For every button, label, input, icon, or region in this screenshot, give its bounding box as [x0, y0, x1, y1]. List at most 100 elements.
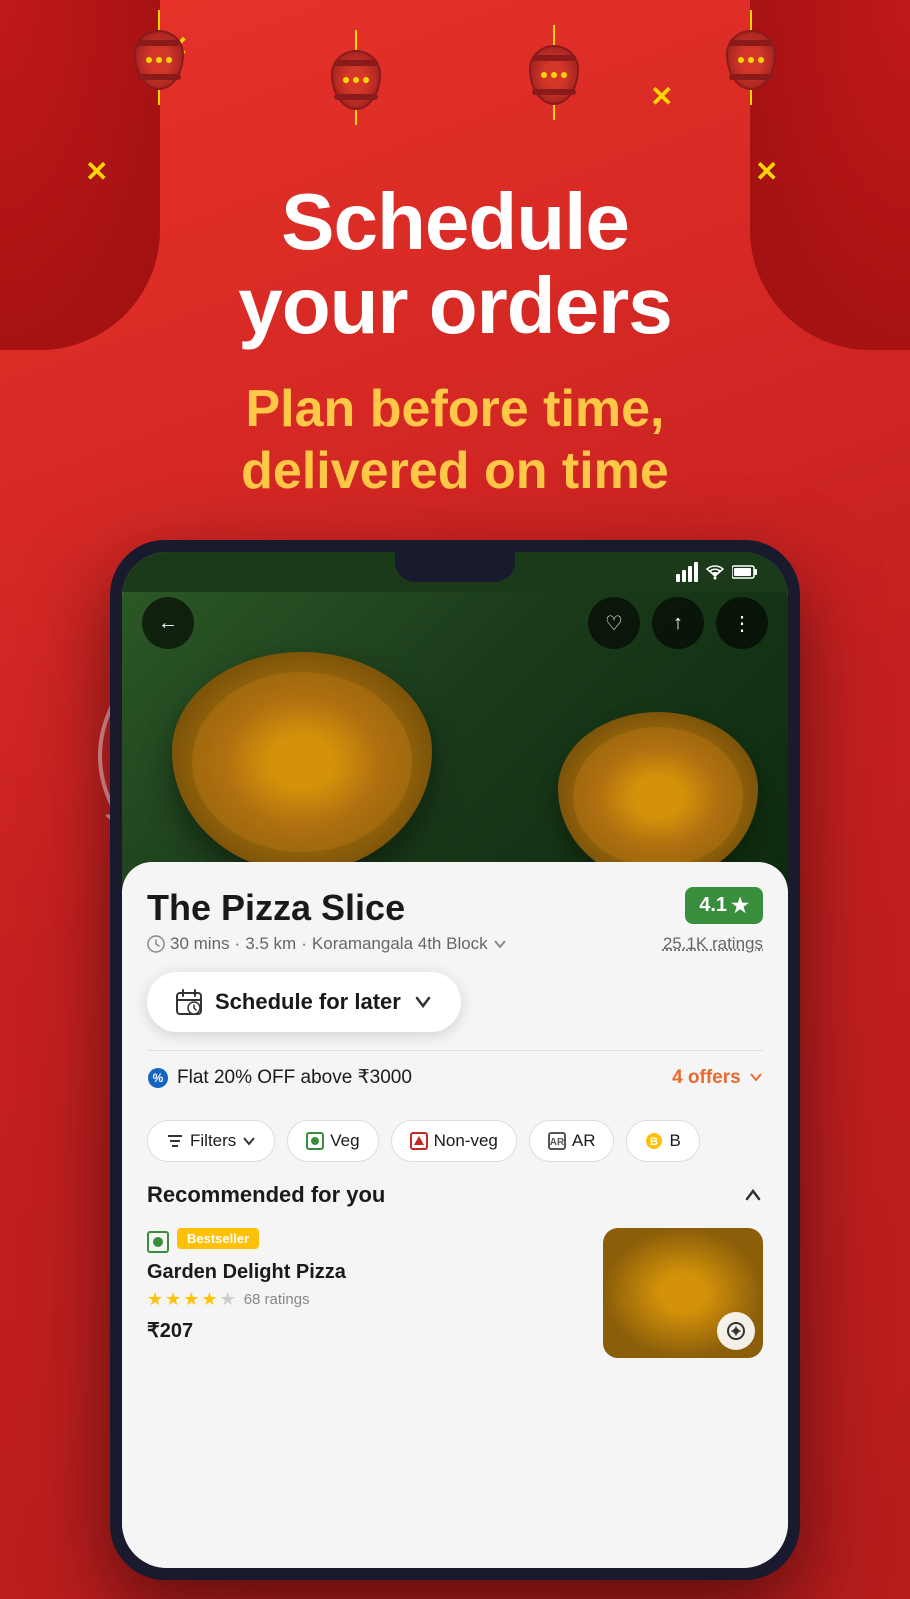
schedule-for-later-button[interactable]: Schedule for later [147, 972, 461, 1032]
lantern-body [726, 30, 776, 90]
chevron-up-icon[interactable] [743, 1185, 763, 1205]
lantern-dot [353, 77, 359, 83]
lantern-body [134, 30, 184, 90]
ar-label: AR [572, 1131, 596, 1151]
back-button[interactable]: ← [142, 597, 194, 649]
star-row: ★ ★ ★ ★ ★ 68 ratings [147, 1289, 588, 1310]
filter-icon [166, 1132, 184, 1150]
b-chip[interactable]: B B [626, 1120, 699, 1162]
lantern-body [331, 50, 381, 110]
lantern-tassel [553, 105, 555, 120]
action-btns-right: ♡ ↑ ⋮ [588, 597, 768, 649]
item-name: Garden Delight Pizza [147, 1261, 588, 1284]
filters-chip[interactable]: Filters [147, 1120, 275, 1162]
svg-text:%: % [153, 1071, 164, 1085]
lantern-string [355, 30, 357, 50]
star-4: ★ [201, 1289, 217, 1310]
rating-badge: 4.1 ★ [685, 887, 763, 924]
schedule-btn-label: Schedule for later [215, 989, 401, 1015]
discount-icon: % [147, 1067, 169, 1089]
pizza-large [172, 652, 432, 872]
card-area: The Pizza Slice 4.1 ★ 30 mins · 3.5 km [122, 862, 788, 1568]
lantern-body [529, 45, 579, 105]
chevron-down-icon [749, 1070, 763, 1084]
recommended-section: Recommended for you Bestsell [147, 1182, 763, 1358]
lantern-dots [343, 77, 369, 83]
offers-count[interactable]: 4 offers [672, 1067, 763, 1089]
restaurant-meta: 30 mins · 3.5 km · Koramangala 4th Block [147, 934, 507, 954]
lantern-dot [738, 57, 744, 63]
lantern-dot [758, 57, 764, 63]
svg-text:B: B [651, 1136, 659, 1148]
ar-view-button[interactable] [717, 1312, 755, 1350]
lantern-dot [146, 57, 152, 63]
lantern-dot [166, 57, 172, 63]
nonveg-icon [410, 1132, 428, 1150]
schedule-icon [175, 988, 203, 1016]
veg-chip[interactable]: Veg [287, 1120, 378, 1162]
b-icon: B [645, 1132, 663, 1150]
menu-item-row: Bestseller Garden Delight Pizza ★ ★ ★ ★ … [147, 1228, 763, 1358]
nonveg-label: Non-veg [434, 1131, 498, 1151]
ar-icon: AR [548, 1132, 566, 1150]
lantern-1 [134, 10, 184, 105]
star-icon: ★ [731, 893, 749, 918]
item-header: Bestseller [147, 1228, 588, 1255]
ratings-count: 25.1K ratings [663, 934, 763, 954]
recommended-title: Recommended for you [147, 1182, 385, 1208]
battery-icon [732, 565, 758, 579]
b-label: B [669, 1131, 680, 1151]
item-ratings-count: 68 ratings [244, 1291, 310, 1308]
lantern-tassel [750, 90, 752, 105]
lanterns-row [0, 0, 910, 180]
chevron-down-icon [493, 937, 507, 951]
notch [395, 552, 515, 582]
item-image [603, 1228, 763, 1358]
lantern-dot [561, 72, 567, 78]
veg-icon [306, 1132, 324, 1150]
lantern-string [158, 10, 160, 30]
lantern-dot [748, 57, 754, 63]
signal-icon [676, 562, 698, 582]
lantern-dots [541, 72, 567, 78]
heart-button[interactable]: ♡ [588, 597, 640, 649]
phone-mockup: ← ♡ ↑ ⋮ The Pizza Slice 4.1 [110, 540, 800, 1580]
bestseller-badge: Bestseller [177, 1228, 259, 1249]
recommended-header[interactable]: Recommended for you [147, 1182, 763, 1208]
action-bar: ← ♡ ↑ ⋮ [142, 597, 768, 649]
wifi-icon [704, 564, 726, 580]
lantern-tassel [158, 90, 160, 105]
lantern-4 [726, 10, 776, 105]
status-icons [676, 562, 758, 582]
item-details: Bestseller Garden Delight Pizza ★ ★ ★ ★ … [147, 1228, 588, 1343]
clock-icon [147, 935, 165, 953]
pizza-container [122, 612, 788, 892]
phone-inner: ← ♡ ↑ ⋮ The Pizza Slice 4.1 [122, 552, 788, 1568]
veg-indicator [147, 1231, 169, 1253]
item-price: ₹207 [147, 1318, 588, 1343]
ar-chip[interactable]: AR AR [529, 1120, 615, 1162]
offer-text: % Flat 20% OFF above ₹3000 [147, 1066, 412, 1089]
lantern-dot [551, 72, 557, 78]
lantern-string [750, 10, 752, 30]
main-title: Schedule your orders [60, 180, 850, 348]
restaurant-info-row: 30 mins · 3.5 km · Koramangala 4th Block… [147, 934, 763, 954]
star-5: ★ [220, 1289, 236, 1310]
restaurant-name-row: The Pizza Slice 4.1 ★ [147, 887, 763, 929]
more-button[interactable]: ⋮ [716, 597, 768, 649]
lantern-2 [331, 30, 381, 125]
filter-row: Filters Veg N [147, 1120, 763, 1162]
pizza-small [558, 712, 758, 882]
veg-label: Veg [330, 1131, 359, 1151]
lantern-3 [529, 25, 579, 120]
nonveg-chip[interactable]: Non-veg [391, 1120, 517, 1162]
sub-title: Plan before time, delivered on time [60, 378, 850, 503]
lantern-dot [363, 77, 369, 83]
filters-label: Filters [190, 1131, 236, 1151]
star-3: ★ [183, 1289, 199, 1310]
lantern-string [553, 25, 555, 45]
lantern-dots [738, 57, 764, 63]
offers-row[interactable]: % Flat 20% OFF above ₹3000 4 offers [147, 1050, 763, 1104]
share-button[interactable]: ↑ [652, 597, 704, 649]
heading-area: Schedule your orders Plan before time, d… [0, 180, 910, 503]
